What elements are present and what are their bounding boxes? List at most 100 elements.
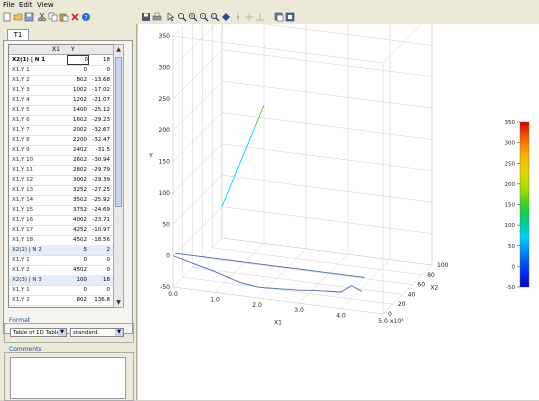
table-cell[interactable]: -13.68	[90, 75, 110, 85]
table-cell[interactable]: 0	[67, 55, 89, 65]
save-icon[interactable]	[24, 12, 34, 22]
chevron-down-icon[interactable]: ▼	[58, 329, 66, 336]
colorbar	[520, 122, 529, 287]
table-cell[interactable]: 2002	[67, 125, 87, 135]
column-header-y[interactable]: Y	[71, 45, 75, 54]
table-cell[interactable]: 0	[90, 65, 110, 75]
comments-textarea[interactable]	[10, 357, 126, 399]
series-segment	[352, 285, 363, 291]
table-cell[interactable]: -17.02	[90, 85, 110, 95]
help-icon[interactable]: ?	[81, 12, 91, 22]
table-cell[interactable]: 4502	[67, 265, 87, 275]
table-cell[interactable]: 1002	[67, 305, 87, 308]
table-cell[interactable]: -18.56	[90, 235, 110, 245]
table-cell[interactable]: -30.94	[90, 155, 110, 165]
table-cell[interactable]: -10.97	[90, 225, 110, 235]
table-cell[interactable]: 2802	[67, 165, 87, 175]
table-scrollbar[interactable]: ▲ ▼	[113, 44, 124, 308]
new-file-icon[interactable]	[2, 12, 12, 22]
table-cell[interactable]: 5	[67, 245, 87, 255]
cut-icon[interactable]	[37, 12, 47, 22]
pointer-icon[interactable]	[166, 12, 176, 22]
table-cell[interactable]: 3002	[67, 175, 87, 185]
crosshair-icon[interactable]	[244, 12, 254, 22]
rotate-icon[interactable]	[221, 12, 231, 22]
table-cell[interactable]: -25.12	[90, 105, 110, 115]
paste-icon[interactable]	[59, 12, 69, 22]
zoom-icon[interactable]	[177, 12, 187, 22]
table-cell[interactable]: -21.07	[90, 95, 110, 105]
table-row[interactable]: X1,Y 31002170.2	[9, 305, 113, 308]
table-cell[interactable]: 0	[90, 255, 110, 265]
table-cell[interactable]: 2602	[67, 155, 87, 165]
save-plot-icon[interactable]	[141, 12, 151, 22]
table-cell[interactable]: 0	[67, 255, 87, 265]
table-cell[interactable]: 4502	[67, 235, 87, 245]
table-cell[interactable]: -27.25	[90, 185, 110, 195]
row-label: X1,Y 6	[12, 115, 64, 125]
table-cell[interactable]: 2200	[67, 135, 87, 145]
export-icon[interactable]	[285, 12, 295, 22]
scroll-up-icon[interactable]: ▲	[114, 45, 123, 54]
scroll-down-icon[interactable]: ▼	[114, 298, 123, 307]
copy-icon[interactable]	[48, 12, 58, 22]
table-cell[interactable]: 3752	[67, 205, 87, 215]
table-cell[interactable]: 4252	[67, 225, 87, 235]
table-cell[interactable]: 3502	[67, 195, 87, 205]
table-cell[interactable]: -31.5	[90, 145, 110, 155]
format-select[interactable]: Table of 1D Tables ▼	[10, 328, 67, 337]
table-cell[interactable]: -25.92	[90, 195, 110, 205]
table-cell[interactable]: 0	[90, 265, 110, 275]
marker-icon[interactable]	[233, 12, 243, 22]
table-cell[interactable]: 100	[67, 275, 87, 285]
table-cell[interactable]: 802	[67, 295, 87, 305]
measure-icon[interactable]	[255, 12, 265, 22]
table-cell[interactable]: 3252	[67, 185, 87, 195]
floor-grid-line	[341, 260, 390, 309]
table-cell[interactable]: 1400	[67, 105, 87, 115]
print-icon[interactable]	[152, 12, 162, 22]
delete-icon[interactable]	[70, 12, 80, 22]
colorbar-tick-label: 50	[508, 244, 515, 250]
table-cell[interactable]: 0	[90, 285, 110, 295]
table-cell[interactable]: -29.23	[90, 115, 110, 125]
menu-file[interactable]: File	[3, 1, 15, 9]
zoom-fit-icon[interactable]	[210, 12, 220, 22]
table-cell[interactable]: -23.71	[90, 215, 110, 225]
back-grid-line	[222, 24, 432, 45]
scrollbar-thumb[interactable]	[115, 57, 122, 207]
open-folder-icon[interactable]	[13, 12, 23, 22]
table-cell[interactable]: 18	[90, 55, 110, 65]
menu-edit[interactable]: Edit	[19, 1, 33, 9]
style-select[interactable]: standard ▼	[70, 328, 124, 337]
side-grid-line	[173, 50, 222, 99]
table-cell[interactable]: 18	[90, 275, 110, 285]
table-cell[interactable]: 0	[67, 285, 87, 295]
row-label: X1,Y 3	[12, 85, 64, 95]
table-cell[interactable]: 1602	[67, 115, 87, 125]
back-grid-line	[222, 238, 432, 265]
table-cell[interactable]: -29.39	[90, 175, 110, 185]
table-cell[interactable]: 4002	[67, 215, 87, 225]
table-cell[interactable]: -24.69	[90, 205, 110, 215]
table-cell[interactable]: -32.67	[90, 125, 110, 135]
table-cell[interactable]: -29.79	[90, 165, 110, 175]
table-cell[interactable]: 136.8	[90, 295, 110, 305]
table-cell[interactable]: -32.47	[90, 135, 110, 145]
table-cell[interactable]: 2	[90, 245, 110, 255]
table-cell[interactable]: 2402	[67, 145, 87, 155]
floor-grid-line	[299, 254, 348, 303]
table-cell[interactable]: 802	[67, 75, 87, 85]
column-header-x1[interactable]: X1	[52, 45, 60, 54]
table-cell[interactable]: 170.2	[90, 305, 110, 308]
table-cell[interactable]: 1002	[67, 85, 87, 95]
zoom-in-icon[interactable]	[188, 12, 198, 22]
table-cell[interactable]: 1202	[67, 95, 87, 105]
side-grid-line	[173, 144, 222, 193]
zoom-out-icon[interactable]	[199, 12, 209, 22]
chevron-down-icon[interactable]: ▼	[115, 329, 123, 336]
table-cell[interactable]: 0	[67, 65, 87, 75]
z-tick-label: 60	[417, 282, 425, 289]
menu-view[interactable]: View	[37, 1, 54, 9]
copy-plot-icon[interactable]	[274, 12, 284, 22]
